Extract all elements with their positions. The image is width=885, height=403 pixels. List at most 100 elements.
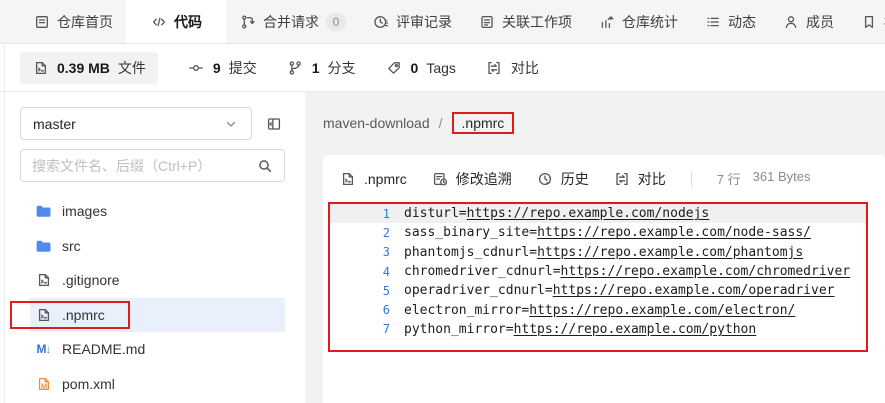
action-label: 历史 (560, 170, 589, 187)
branch-row: master (20, 107, 285, 140)
file-tree: images src .gitignore .npmrc M↓ README.md Mpom… (10, 194, 285, 402)
toolbar-item-label: 对比 (510, 59, 539, 76)
collapse-panel-icon (266, 115, 283, 132)
blame-icon (432, 170, 449, 187)
tree-item-gitignore[interactable]: .gitignore (20, 263, 285, 298)
nav-item-tags-nav[interactable]: 标 (847, 0, 885, 43)
file-line-count: 7 行 (716, 172, 741, 187)
code-line-text: chromedriver_cdnurl=https://repo.example… (404, 264, 850, 279)
merge-request-count-badge: 0 (326, 12, 346, 31)
nav-item-members[interactable]: 成员 (769, 0, 847, 43)
code-url-link[interactable]: https://repo.example.com/nodejs (467, 206, 710, 221)
code-line-text: phantomjs_cdnurl=https://repo.example.co… (404, 245, 803, 260)
tree-item-label: src (62, 237, 81, 254)
code-line-2: 2 sass_binary_site=https://repo.example.c… (330, 223, 866, 242)
nav-item-code[interactable]: 代码 (126, 0, 226, 43)
code-line-text: electron_mirror=https://repo.example.com… (404, 303, 795, 318)
toolbar-item-value: 0.39 MB (57, 59, 110, 76)
code-url-link[interactable]: https://repo.example.com/chromedriver (561, 264, 851, 279)
bookmark-icon (860, 13, 877, 30)
nav-item-repo-home[interactable]: 仓库首页 (20, 0, 126, 43)
code-line-6: 6 electron_mirror=https://repo.example.co… (330, 300, 866, 319)
tree-item-label: pom.xml (62, 375, 115, 392)
tree-item-label: images (62, 203, 108, 220)
nav-item-label: 合并请求 (263, 13, 319, 30)
compare-icon (614, 170, 631, 187)
line-number[interactable]: 3 (330, 245, 390, 259)
code-key: electron_mirror= (404, 302, 530, 318)
toolbar-item-tags[interactable]: 0 Tags (386, 59, 456, 76)
action-compare-file[interactable]: 对比 (614, 169, 666, 189)
repo-top-nav: 仓库首页 代码 合并请求 0 评审记录 关联工作项 仓库统计 动态 成员标 (0, 0, 885, 44)
file-sidebar: master images src .gitignore .npmrc M↓ README… (0, 92, 305, 403)
tree-item-README-md[interactable]: M↓ README.md (20, 332, 285, 367)
file-search-input[interactable] (32, 157, 250, 174)
left-edge-divider (4, 45, 5, 403)
file-search-box (20, 149, 285, 182)
workitem-icon (478, 13, 495, 30)
code-url-link[interactable]: https://repo.example.com/electron/ (529, 303, 795, 318)
divider (690, 170, 692, 187)
file-code-icon (32, 59, 49, 76)
markdown-icon: M↓ (36, 342, 52, 357)
nav-item-repo-stats[interactable]: 仓库统计 (585, 0, 691, 43)
nav-item-work-items[interactable]: 关联工作项 (465, 0, 585, 43)
toolbar-item-value: 9 (212, 59, 221, 76)
line-number[interactable]: 4 (330, 265, 390, 279)
toolbar-item-label: Tags (426, 59, 456, 76)
tree-item-src[interactable]: src (20, 229, 285, 264)
breadcrumb-separator: / (438, 115, 443, 131)
file-viewer-panel: .npmrc 修改追溯 历史 对比 7 行 361 Bytes 1 disturl=h… (323, 155, 885, 403)
nav-item-label: 评审记录 (396, 13, 452, 30)
tree-item-pom-xml[interactable]: Mpom.xml (20, 367, 285, 402)
toolbar-item-compare[interactable]: 对比 (486, 58, 539, 78)
line-number[interactable]: 5 (330, 284, 390, 298)
action-label: 修改追溯 (455, 170, 512, 187)
svg-text:M: M (41, 381, 47, 390)
branch-name: master (33, 115, 76, 132)
branch-selector[interactable]: master (20, 107, 252, 140)
nav-item-label: 代码 (174, 13, 202, 30)
nav-item-review-records[interactable]: 评审记录 (359, 0, 465, 43)
collapse-sidebar-button[interactable] (263, 113, 285, 135)
code-url-link[interactable]: https://repo.example.com/node-sass/ (537, 225, 811, 240)
toolbar-item-branches[interactable]: 1 分支 (287, 58, 356, 78)
code-line-7: 7 python_mirror=https://repo.example.com/… (330, 320, 866, 339)
tree-item-images[interactable]: images (20, 194, 285, 229)
tab-current-file[interactable]: .npmrc (339, 170, 407, 187)
code-url-link[interactable]: https://repo.example.com/phantomjs (537, 245, 803, 260)
toolbar-item-label: 提交 (228, 59, 257, 76)
repo-icon (33, 13, 50, 30)
code-url-link[interactable]: https://repo.example.com/python (514, 322, 757, 337)
toolbar-item-commits[interactable]: 9 提交 (188, 58, 257, 78)
tag-icon (386, 59, 403, 76)
chart-icon (598, 13, 615, 30)
line-number[interactable]: 7 (330, 322, 390, 336)
folder-icon (35, 203, 52, 220)
activity-list-icon (704, 13, 721, 30)
tree-item-npmrc[interactable]: .npmrc (10, 297, 285, 332)
code-key: chromedriver_cdnurl= (404, 264, 561, 280)
code-line-1: 1 disturl=https://repo.example.com/nodejs (330, 204, 866, 224)
code-url-link[interactable]: https://repo.example.com/operadriver (553, 283, 835, 298)
nav-item-merge-requests[interactable]: 合并请求 0 (226, 0, 359, 43)
code-line-4: 4 chromedriver_cdnurl=https://repo.exampl… (330, 262, 866, 281)
nav-item-activity[interactable]: 动态 (691, 0, 769, 43)
toolbar-item-file-size[interactable]: 0.39 MB 文件 (20, 51, 158, 84)
search-icon[interactable] (256, 157, 273, 174)
action-history[interactable]: 历史 (537, 169, 589, 189)
member-icon (782, 13, 799, 30)
line-number[interactable]: 1 (330, 207, 390, 221)
code-key: operadriver_cdnurl= (404, 283, 553, 299)
code-block annotation-box: 1 disturl=https://repo.example.com/nodejs… (328, 202, 868, 353)
repo-code-page: 仓库首页 代码 合并请求 0 评审记录 关联工作项 仓库统计 动态 成员标 0.39 MB 文件 9… (0, 0, 885, 403)
code-key: sass_binary_site= (404, 225, 538, 241)
file-viewer-tabs: .npmrc 修改追溯 历史 对比 7 行 361 Bytes (323, 155, 885, 202)
breadcrumb-repo[interactable]: maven-download (323, 115, 430, 131)
file-code-icon (35, 272, 52, 289)
branch-icon (287, 59, 304, 76)
code-key: python_mirror= (404, 321, 514, 337)
line-number[interactable]: 6 (330, 303, 390, 317)
action-blame[interactable]: 修改追溯 (432, 169, 512, 189)
line-number[interactable]: 2 (330, 226, 390, 240)
